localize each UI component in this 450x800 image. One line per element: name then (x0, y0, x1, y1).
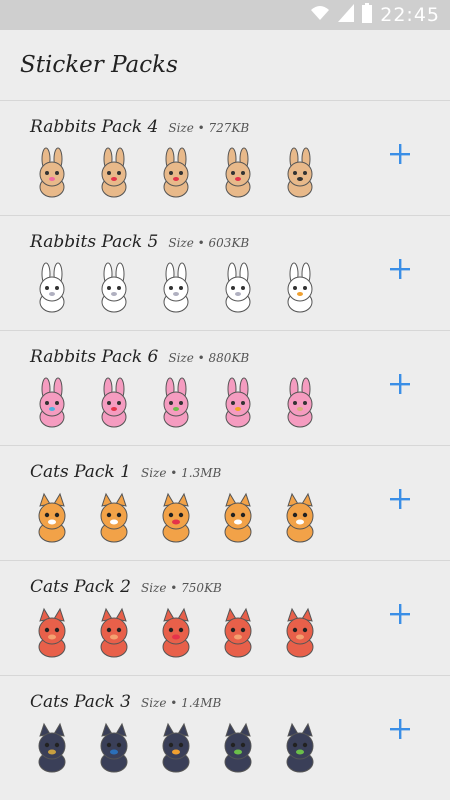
add-pack-button[interactable] (388, 258, 412, 282)
plus-icon (390, 259, 410, 279)
add-pack-button[interactable] (388, 603, 412, 627)
pack-header: Rabbits Pack 4 Size • 727KB (30, 117, 249, 137)
rabbit-sticker-thumbnail (212, 262, 264, 314)
pack-size: Size • 1.3MB (140, 466, 222, 480)
pack-name: Rabbits Pack 6 (30, 347, 159, 367)
rabbit-sticker-thumbnail (212, 147, 264, 199)
rabbit-sticker-thumbnail (150, 147, 202, 199)
pack-size: Size • 727KB (168, 121, 250, 135)
add-pack-button[interactable] (388, 488, 412, 512)
plus-icon (390, 144, 410, 164)
cat-sticker-thumbnail (150, 722, 202, 774)
pack-header: Cats Pack 3 Size • 1.4MB (30, 692, 221, 712)
rabbit-sticker-thumbnail (212, 377, 264, 429)
pack-header: Rabbits Pack 5 Size • 603KB (30, 232, 249, 252)
rabbit-sticker-thumbnail (274, 147, 326, 199)
sticker-pack-item[interactable]: Rabbits Pack 5 Size • 603KB (0, 215, 450, 330)
pack-name: Rabbits Pack 5 (30, 232, 159, 252)
cat-sticker-thumbnail (150, 607, 202, 659)
sticker-preview-row (26, 377, 326, 429)
sticker-preview-row (26, 147, 326, 199)
sticker-preview-row (26, 262, 326, 314)
pack-size: Size • 1.4MB (140, 696, 222, 710)
sticker-preview-row (26, 607, 326, 659)
rabbit-sticker-thumbnail (26, 377, 78, 429)
cat-sticker-thumbnail (212, 607, 264, 659)
pack-name: Rabbits Pack 4 (30, 117, 159, 137)
rabbit-sticker-thumbnail (150, 262, 202, 314)
pack-header: Cats Pack 1 Size • 1.3MB (30, 462, 221, 482)
rabbit-sticker-thumbnail (88, 262, 140, 314)
cat-sticker-thumbnail (150, 492, 202, 544)
page-title: Sticker Packs (20, 52, 178, 78)
plus-icon (390, 604, 410, 624)
cat-sticker-thumbnail (26, 722, 78, 774)
rabbit-sticker-thumbnail (88, 377, 140, 429)
rabbit-sticker-thumbnail (88, 147, 140, 199)
sticker-pack-item[interactable]: Rabbits Pack 4 Size • 727KB (0, 100, 450, 215)
rabbit-sticker-thumbnail (26, 262, 78, 314)
status-time: 22:45 (380, 4, 440, 26)
plus-icon (390, 374, 410, 394)
cat-sticker-thumbnail (26, 607, 78, 659)
signal-icon (338, 4, 355, 26)
pack-size: Size • 603KB (168, 236, 250, 250)
sticker-pack-item[interactable]: Cats Pack 1 Size • 1.3MB (0, 445, 450, 560)
wifi-icon (310, 4, 330, 26)
rabbit-sticker-thumbnail (274, 377, 326, 429)
pack-size: Size • 880KB (168, 351, 250, 365)
pack-list: Rabbits Pack 4 Size • 727KB Rabbits Pack… (0, 100, 450, 790)
cat-sticker-thumbnail (274, 492, 326, 544)
pack-name: Cats Pack 1 (30, 462, 131, 482)
pack-name: Cats Pack 3 (30, 692, 131, 712)
cat-sticker-thumbnail (212, 492, 264, 544)
cat-sticker-thumbnail (274, 722, 326, 774)
battery-icon (362, 3, 373, 27)
add-pack-button[interactable] (388, 373, 412, 397)
plus-icon (390, 489, 410, 509)
sticker-preview-row (26, 492, 326, 544)
cat-sticker-thumbnail (88, 492, 140, 544)
cat-sticker-thumbnail (26, 492, 78, 544)
cat-sticker-thumbnail (274, 607, 326, 659)
app-bar: Sticker Packs (0, 30, 450, 100)
rabbit-sticker-thumbnail (150, 377, 202, 429)
plus-icon (390, 719, 410, 739)
rabbit-sticker-thumbnail (26, 147, 78, 199)
sticker-pack-item[interactable]: Cats Pack 2 Size • 750KB (0, 560, 450, 675)
cat-sticker-thumbnail (88, 722, 140, 774)
rabbit-sticker-thumbnail (274, 262, 326, 314)
pack-size: Size • 750KB (140, 581, 222, 595)
cat-sticker-thumbnail (88, 607, 140, 659)
pack-header: Rabbits Pack 6 Size • 880KB (30, 347, 249, 367)
cat-sticker-thumbnail (212, 722, 264, 774)
sticker-preview-row (26, 722, 326, 774)
status-bar: 22:45 (0, 0, 450, 30)
sticker-pack-item[interactable]: Cats Pack 3 Size • 1.4MB (0, 675, 450, 790)
pack-name: Cats Pack 2 (30, 577, 131, 597)
sticker-pack-item[interactable]: Rabbits Pack 6 Size • 880KB (0, 330, 450, 445)
add-pack-button[interactable] (388, 143, 412, 167)
add-pack-button[interactable] (388, 718, 412, 742)
pack-header: Cats Pack 2 Size • 750KB (30, 577, 222, 597)
